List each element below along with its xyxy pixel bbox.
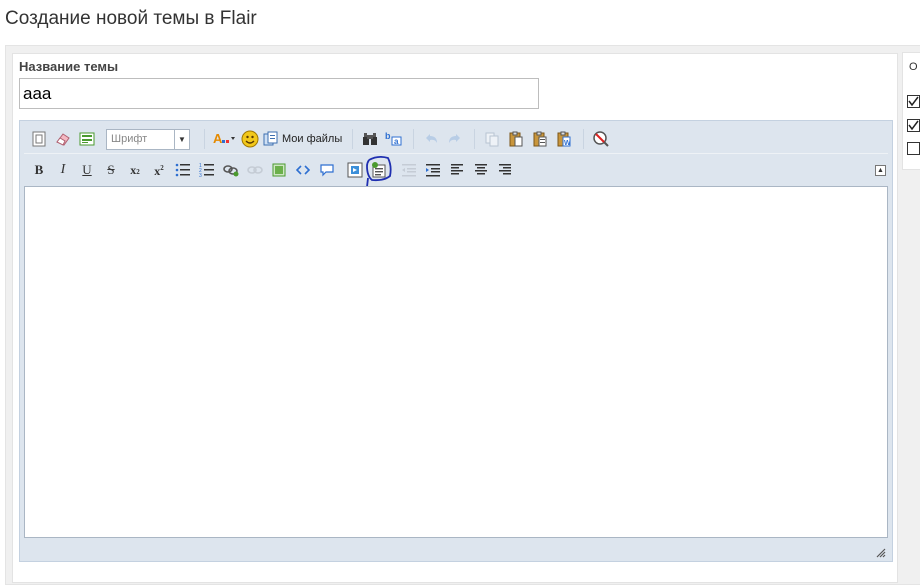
indent-icon[interactable] [422,159,444,181]
font-select[interactable]: Шрифт ▼ [106,128,190,150]
spoiler-icon[interactable] [366,155,392,188]
option-checkbox-2[interactable] [907,119,920,132]
option-checkbox-3[interactable] [907,142,920,155]
my-files-label: Мои файлы [282,133,343,145]
redo-icon[interactable] [444,128,466,150]
find-icon[interactable] [359,128,381,150]
highlight-circle [366,155,392,188]
editor-content-area[interactable] [24,186,888,538]
toolbar-separator [413,129,415,149]
toolbar-separator [583,129,585,149]
numbered-list-icon[interactable]: 123 [196,159,218,181]
resize-grip-icon[interactable] [874,546,886,558]
files-icon [263,131,278,146]
undo-icon[interactable] [420,128,442,150]
align-right-icon[interactable] [494,159,516,181]
media-icon[interactable] [344,159,366,181]
unlink-icon[interactable] [244,159,266,181]
svg-text:b: b [385,131,391,141]
spellcheck-icon[interactable] [590,128,612,150]
subscript-icon[interactable]: x2 [124,159,146,181]
paste-text-icon[interactable] [529,128,551,150]
svg-text:a: a [394,137,399,146]
toolbar-row-divider [24,153,888,154]
underline-icon[interactable]: U [76,159,98,181]
outdent-icon[interactable] [398,159,420,181]
font-select-value: Шрифт [111,133,148,145]
bulleted-list-icon[interactable] [172,159,194,181]
title-input[interactable] [19,78,539,109]
font-color-icon[interactable]: A [211,128,237,150]
my-files-button[interactable]: Мои файлы [263,131,342,147]
strike-icon[interactable]: S [100,159,122,181]
toolbar-row-1: Шрифт ▼ A Мои файлы ba W [28,127,614,151]
superscript-icon[interactable]: x2 [148,159,170,181]
title-label: Название темы [19,59,119,74]
side-panel-label: О [909,61,918,73]
bold-icon[interactable]: B [28,159,50,181]
paste-icon[interactable] [505,128,527,150]
chevron-down-icon[interactable]: ▼ [174,129,189,149]
checkmark-icon [908,120,919,131]
svg-text:A: A [213,131,223,146]
smiley-icon[interactable] [239,128,261,150]
checkmark-icon [908,96,919,107]
image-icon[interactable] [268,159,290,181]
template-icon[interactable] [76,128,98,150]
svg-text:3: 3 [199,173,202,177]
align-center-icon[interactable] [470,159,492,181]
code-icon[interactable] [292,159,314,181]
option-checkbox-1[interactable] [907,95,920,108]
collapse-toolbar-button[interactable]: ▲ [875,165,886,176]
quote-icon[interactable] [316,159,338,181]
rich-text-editor: Шрифт ▼ A Мои файлы ba W B I U S x2 x2 1… [19,120,893,562]
page-title: Создание новой темы в Flair [5,8,257,29]
toolbar-separator [204,129,205,149]
copy-icon[interactable] [481,128,503,150]
replace-icon[interactable]: ba [383,128,405,150]
toolbar-separator [352,129,354,149]
toolbar-row-2: B I U S x2 x2 123 [28,155,518,188]
link-icon[interactable] [220,159,242,181]
eraser-icon[interactable] [52,128,74,150]
align-left-icon[interactable] [446,159,468,181]
italic-icon[interactable]: I [52,159,74,181]
source-icon[interactable] [28,128,50,150]
svg-text:W: W [564,140,571,147]
toolbar-separator [474,129,476,149]
paste-word-icon[interactable]: W [553,128,575,150]
